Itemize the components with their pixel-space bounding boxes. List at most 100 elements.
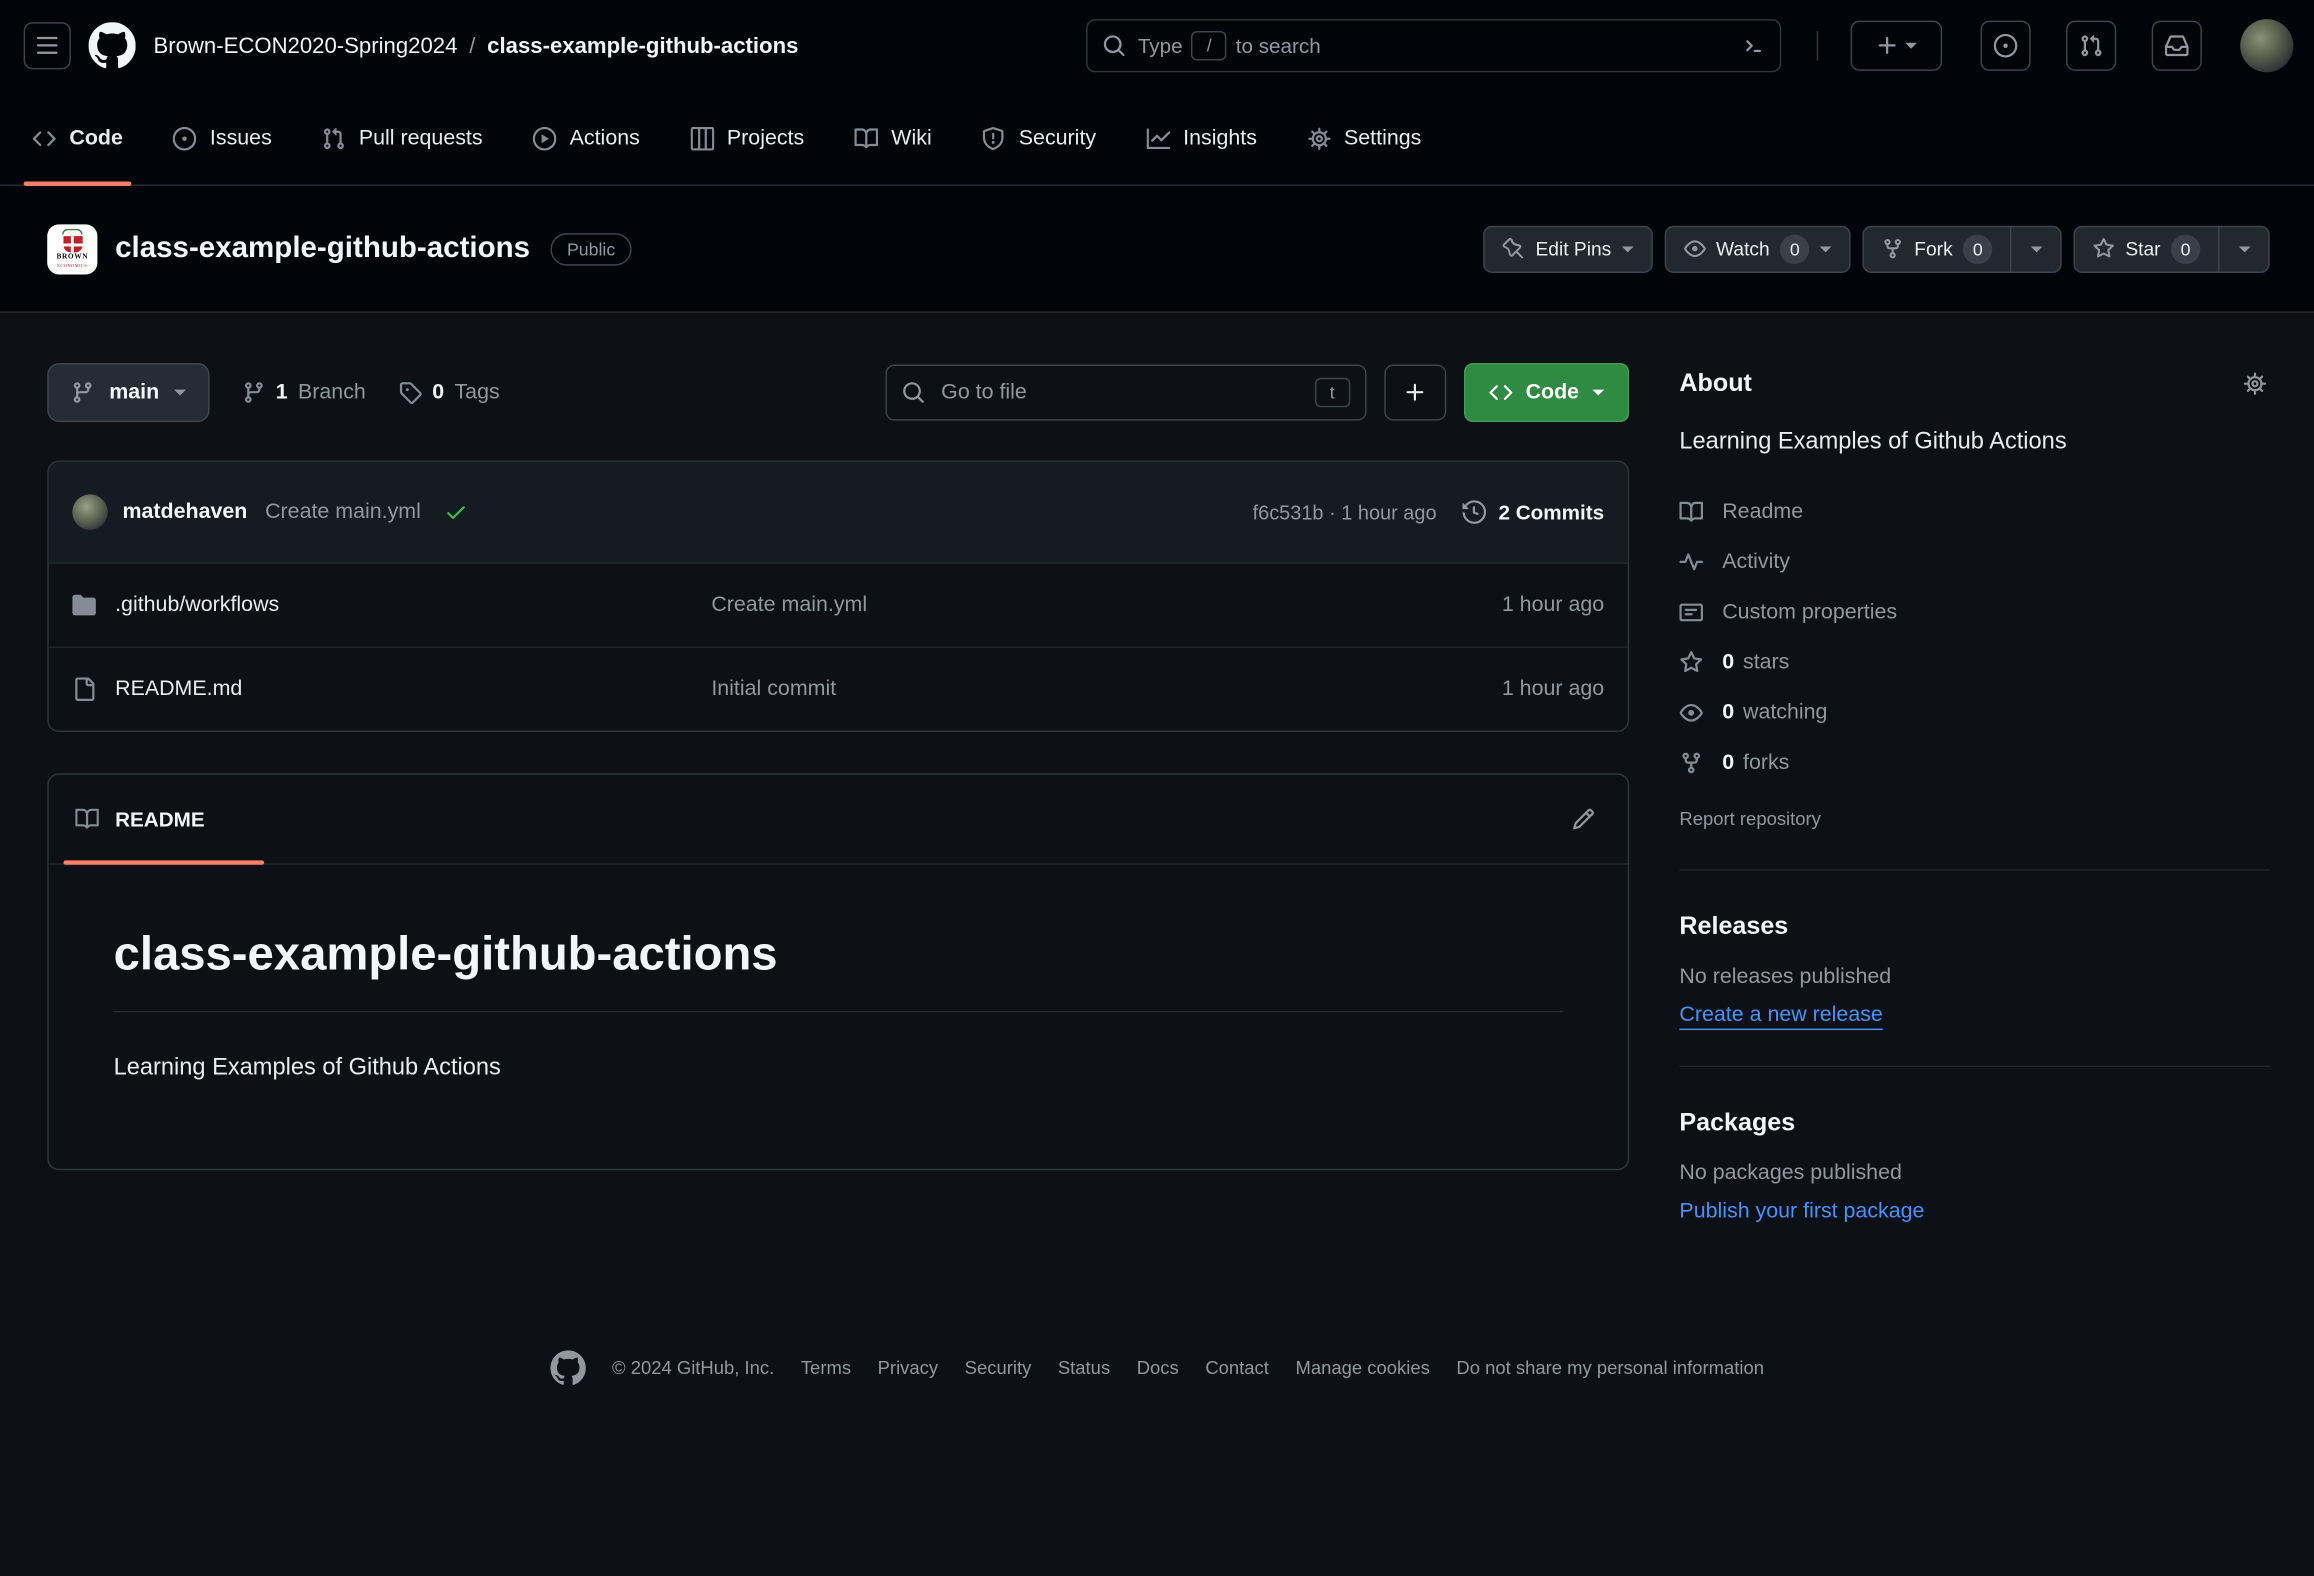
eye-icon xyxy=(1679,701,1703,725)
star-button[interactable]: Star 0 xyxy=(2074,225,2270,272)
issue-opened-icon xyxy=(1994,34,2018,58)
code-dropdown-button[interactable]: Code xyxy=(1464,363,1630,422)
sidebar-item-stars[interactable]: 0 stars xyxy=(1679,638,2269,688)
commit-hash-time[interactable]: f6c531b · 1 hour ago xyxy=(1253,501,1437,523)
readme-paragraph: Learning Examples of Github Actions xyxy=(114,1051,1563,1086)
footer-link-security[interactable]: Security xyxy=(965,1358,1032,1379)
branch-selector[interactable]: main xyxy=(47,363,209,422)
code-icon xyxy=(1489,381,1513,405)
checks-status-button[interactable] xyxy=(444,500,468,524)
repo-toolbar: main 1 Branch 0 Tags t xyxy=(47,363,1629,422)
footer-github-logo[interactable] xyxy=(550,1350,585,1385)
global-search-input[interactable]: Type / to search xyxy=(1086,19,1781,72)
file-commit-message[interactable]: Initial commit xyxy=(711,677,1353,701)
readme-tab-underline xyxy=(63,860,264,864)
edit-about-button[interactable] xyxy=(2240,369,2270,399)
slash-key-hint: / xyxy=(1191,31,1226,61)
commit-message[interactable]: Create main.yml xyxy=(265,500,421,524)
breadcrumb-owner[interactable]: Brown-ECON2020-Spring2024 xyxy=(153,33,457,58)
org-avatar[interactable]: BROWN ECONOMICS xyxy=(47,224,97,274)
github-logo[interactable] xyxy=(89,22,136,69)
report-repository-link[interactable]: Report repository xyxy=(1679,809,1820,830)
watch-button[interactable]: Watch 0 xyxy=(1664,225,1850,272)
inbox-button[interactable] xyxy=(2152,21,2202,71)
issues-dashboard-button[interactable] xyxy=(1980,21,2030,71)
file-link[interactable]: README.md xyxy=(72,677,711,701)
sidebar-divider xyxy=(1679,1066,2269,1067)
tags-link[interactable]: 0 Tags xyxy=(398,381,499,405)
terminal-icon xyxy=(1741,34,1765,58)
file-icon xyxy=(72,677,96,701)
tab-actions[interactable]: Actions xyxy=(518,91,655,184)
create-release-link[interactable]: Create a new release xyxy=(1679,1004,1882,1028)
chevron-down-icon xyxy=(174,390,186,396)
sidebar-item-custom-properties[interactable]: Custom properties xyxy=(1679,587,2269,637)
page-body: main 1 Branch 0 Tags t xyxy=(0,313,2314,1224)
sidebar-item-activity[interactable]: Activity xyxy=(1679,537,2269,587)
app-header: Brown-ECON2020-Spring2024 / class-exampl… xyxy=(0,0,2314,91)
branches-link[interactable]: 1 Branch xyxy=(242,381,366,405)
tab-insights[interactable]: Insights xyxy=(1132,91,1272,184)
command-palette-button[interactable] xyxy=(1741,34,1765,58)
tab-security[interactable]: Security xyxy=(967,91,1111,184)
main-column: main 1 Branch 0 Tags t xyxy=(47,363,1629,1223)
sidebar-divider xyxy=(1679,869,2269,870)
footer-link-terms[interactable]: Terms xyxy=(801,1358,851,1379)
create-new-button[interactable] xyxy=(1851,21,1942,71)
star-dropdown[interactable] xyxy=(2218,227,2268,271)
org-avatar-laurel xyxy=(62,229,83,235)
file-commit-message[interactable]: Create main.yml xyxy=(711,593,1353,617)
page-title[interactable]: class-example-github-actions xyxy=(115,232,530,266)
footer-link-status[interactable]: Status xyxy=(1058,1358,1110,1379)
about-meta-list: Readme Activity Custom properties 0 star… xyxy=(1679,487,2269,788)
footer-link-manage-cookies[interactable]: Manage cookies xyxy=(1295,1358,1429,1379)
tab-wiki[interactable]: Wiki xyxy=(840,91,947,184)
footer-link-contact[interactable]: Contact xyxy=(1205,1358,1269,1379)
breadcrumb-repo[interactable]: class-example-github-actions xyxy=(487,33,798,58)
footer-link-do-not-share[interactable]: Do not share my personal information xyxy=(1456,1358,1764,1379)
pulse-icon xyxy=(1679,550,1703,574)
chevron-down-icon xyxy=(2238,246,2250,252)
add-file-button[interactable] xyxy=(1384,365,1446,421)
footer-link-privacy[interactable]: Privacy xyxy=(878,1358,938,1379)
go-to-file-input[interactable] xyxy=(938,379,1301,406)
repo-actions: Edit Pins Watch 0 Fork 0 Star 0 xyxy=(1484,225,2270,272)
sidebar-item-watching[interactable]: 0 watching xyxy=(1679,688,2269,738)
commit-history-link[interactable]: 2 Commits xyxy=(1463,500,1604,524)
edit-readme-button[interactable] xyxy=(1566,801,1601,836)
tab-issues[interactable]: Issues xyxy=(158,91,286,184)
file-link[interactable]: .github/workflows xyxy=(72,593,711,617)
search-icon xyxy=(901,381,925,405)
hamburger-menu-button[interactable] xyxy=(24,22,71,69)
tab-code[interactable]: Code xyxy=(18,91,138,184)
commit-author[interactable]: matdehaven xyxy=(122,500,247,524)
releases-title: Releases xyxy=(1679,912,2269,942)
breadcrumb: Brown-ECON2020-Spring2024 / class-exampl… xyxy=(153,33,798,58)
sidebar: About Learning Examples of Github Action… xyxy=(1679,363,2269,1223)
tab-pull-requests[interactable]: Pull requests xyxy=(307,91,497,184)
sidebar-item-forks[interactable]: 0 forks xyxy=(1679,738,2269,788)
repo-header: BROWN ECONOMICS class-example-github-act… xyxy=(0,186,2314,313)
table-row[interactable]: .github/workflows Create main.yml 1 hour… xyxy=(49,562,1628,646)
shield-icon xyxy=(982,126,1006,150)
fork-button[interactable]: Fork 0 xyxy=(1863,225,2062,272)
user-avatar[interactable] xyxy=(2240,19,2293,72)
header-divider xyxy=(1817,31,1818,61)
tab-projects[interactable]: Projects xyxy=(675,91,819,184)
fork-dropdown[interactable] xyxy=(2010,227,2060,271)
readme-card: README class-example-github-actions Lear… xyxy=(47,773,1629,1170)
publish-package-link[interactable]: Publish your first package xyxy=(1679,1200,1924,1224)
table-row[interactable]: README.md Initial commit 1 hour ago xyxy=(49,646,1628,730)
footer-link-docs[interactable]: Docs xyxy=(1137,1358,1179,1379)
commit-author-avatar[interactable] xyxy=(72,494,107,529)
readme-tab[interactable]: README xyxy=(75,807,204,831)
sidebar-item-readme[interactable]: Readme xyxy=(1679,487,2269,537)
edit-pins-button[interactable]: Edit Pins xyxy=(1484,225,1653,272)
packages-title: Packages xyxy=(1679,1108,2269,1138)
tab-settings[interactable]: Settings xyxy=(1292,91,1436,184)
chevron-down-icon xyxy=(2030,246,2042,252)
site-footer: © 2024 GitHub, Inc. Terms Privacy Securi… xyxy=(0,1350,2314,1424)
pull-requests-dashboard-button[interactable] xyxy=(2066,21,2116,71)
git-branch-icon xyxy=(71,381,95,405)
releases-empty-text: No releases published xyxy=(1679,965,2269,989)
